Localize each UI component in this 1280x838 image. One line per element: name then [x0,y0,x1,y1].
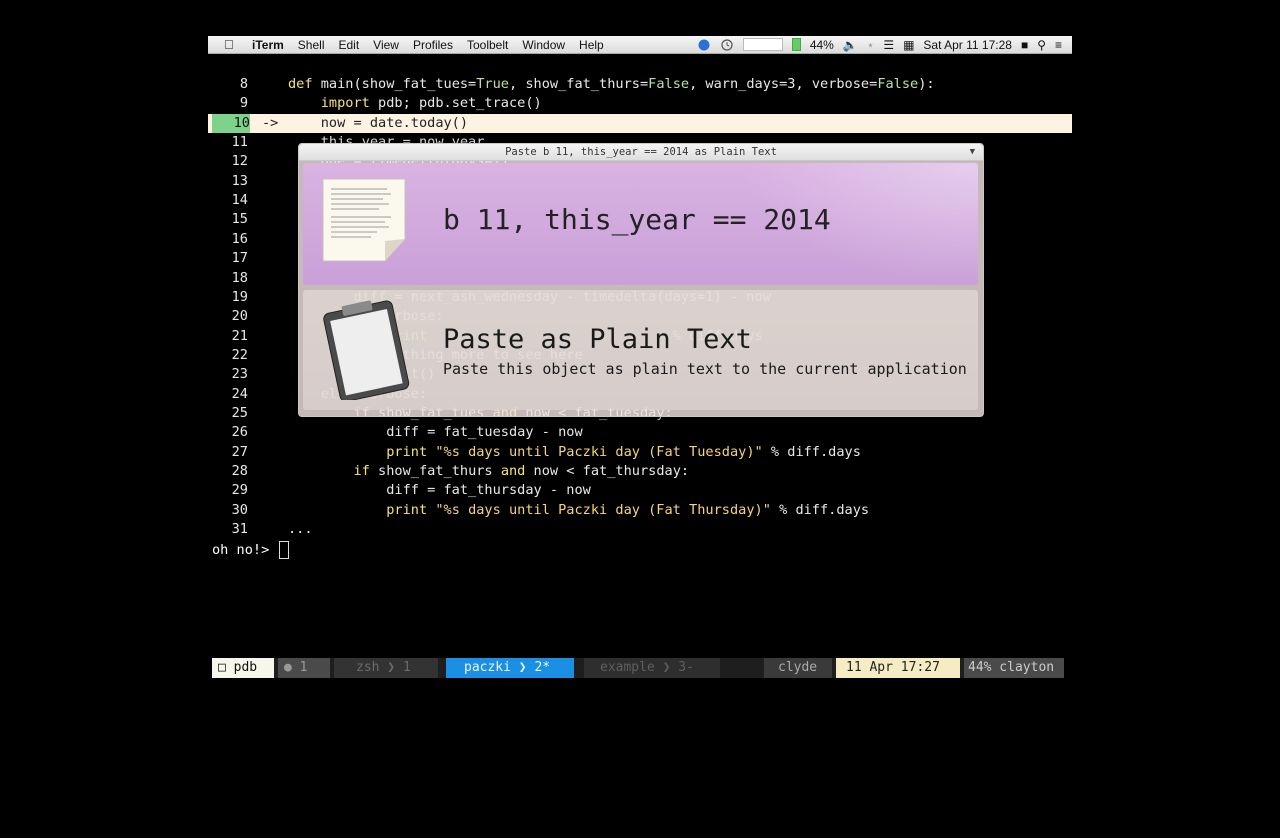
volume-icon[interactable]: 🔈 [843,38,858,52]
line-number: 19 [231,288,248,305]
apple-icon[interactable]:  [224,37,240,52]
overlay-item-text: b 11, this_year == 2014 [443,203,831,236]
line-number: 10 [212,113,250,133]
battery-percent[interactable]: 44% [810,38,834,52]
current-line-marker: -> [262,114,279,131]
line-number: 24 [231,385,248,402]
line-number: 15 [231,211,248,228]
clipboard-icon [323,300,410,400]
menu-toolbelt[interactable]: Toolbelt [467,38,508,52]
line-code: print "%s days until Paczki day (Fat Tue… [386,443,861,460]
code-line: 26 diff = fat_tuesday - now [208,423,1072,442]
wifi-icon[interactable]: ☰ [883,38,894,52]
time-machine-icon[interactable] [720,38,734,51]
overlay-action-row[interactable]: Paste as Plain Text Paste this object as… [303,290,978,410]
line-number: 30 [231,501,248,518]
tmux-window-indicator[interactable]: ● 1 [278,658,330,678]
line-code: diff = fat_tuesday - now [288,424,583,441]
line-code: diff = fat_thursday - now [288,482,591,499]
paste-overlay[interactable]: Paste b 11, this_year == 2014 as Plain T… [298,143,984,417]
tmux-status-bar: □ pdb ● 1 zsh ❯ 1 paczki ❯ 2* example ❯ … [212,658,1064,678]
bluetooth-icon[interactable]: ⋆ [867,38,875,52]
user-icon[interactable]: ■ [1021,38,1028,52]
overlay-item-row[interactable]: b 11, this_year == 2014 [303,163,978,285]
text-document-icon [322,178,406,262]
code-line: 27 print "%s days until Paczki day (Fat … [208,443,1072,462]
tmux-user: clyde [764,658,832,678]
line-number: 12 [231,153,248,170]
line-code: now = date.today() [288,114,469,131]
line-number: 22 [231,346,248,363]
code-line: 30 print "%s days until Paczki day (Fat … [208,501,1072,520]
code-line: 29 diff = fat_thursday - now [208,481,1072,500]
menu-window[interactable]: Window [522,38,565,52]
line-number: 16 [231,230,248,247]
line-code: ... [288,521,313,538]
line-number: 17 [231,250,248,267]
tmux-datetime: 11 Apr 17:27 [836,658,960,678]
menubar-blank-field[interactable] [742,38,783,51]
line-number: 18 [231,269,248,286]
line-number: 8 [239,76,248,92]
prompt-text: oh no!> [212,542,278,558]
tmux-window-example[interactable]: example ❯ 3- [584,658,720,678]
menubar-status-area: 44% 🔈 ⋆ ☰ ▦ Sat Apr 11 17:28 ■ ⚲ ≡ [697,38,1072,52]
menu-profiles[interactable]: Profiles [413,38,453,52]
line-number: 31 [231,521,248,538]
code-line: 31... [208,520,1072,539]
line-number: 29 [231,482,248,499]
pdb-prompt[interactable]: oh no!> [212,541,290,560]
tmux-window-zsh[interactable]: zsh ❯ 1 [334,658,438,678]
line-number: 21 [231,327,248,344]
overlay-action-subtitle: Paste this object as plain text to the c… [443,360,967,378]
notification-list-icon[interactable]: ≡ [1055,38,1062,52]
menu-edit[interactable]: Edit [338,38,359,52]
menubar-clock[interactable]: Sat Apr 11 17:28 [923,38,1012,52]
chevron-down-icon[interactable]: ▼ [970,144,975,160]
line-number: 28 [231,463,248,479]
line-code: if show_fat_thurs and now < fat_thursday… [353,463,690,479]
line-code: print "%s days until Paczki day (Fat Thu… [386,501,870,518]
line-number: 14 [231,192,248,209]
calendar-icon[interactable]: ▦ [903,38,914,52]
line-number: 25 [231,404,248,421]
code-line: 8 def main(show_fat_tues=True, show_fat_t… [208,75,1072,94]
current-code-line: 10 -> now = date.today() [208,113,1072,133]
line-number: 20 [231,308,248,325]
battery-icon[interactable] [791,38,801,51]
line-number: 23 [231,366,248,383]
tmux-session-name[interactable]: □ pdb [212,658,274,678]
menu-view[interactable]: View [373,38,399,52]
overlay-title: Paste b 11, this_year == 2014 as Plain T… [505,146,777,158]
tmux-battery-host: 44% clayton [964,658,1064,678]
tmux-window-paczki-active[interactable]: paczki ❯ 2* [446,658,574,678]
menu-shell[interactable]: Shell [298,38,325,52]
spotlight-search-icon[interactable]: ⚲ [1037,38,1046,52]
menu-app-name[interactable]: iTerm [252,38,284,52]
menubar:  iTerm Shell Edit View Profiles Toolbel… [208,36,1072,54]
line-code: import pdb; pdb.set_trace() [320,95,542,112]
terminal-window[interactable]: 8 def main(show_fat_tues=True, show_fat_t… [208,55,1072,680]
menu-help[interactable]: Help [579,38,604,52]
code-line: 28 if show_fat_thurs and now < fat_thurs… [208,462,1072,481]
line-number: 27 [231,443,248,460]
text-cursor [279,541,290,559]
line-number: 11 [231,134,248,151]
line-number: 26 [231,424,248,441]
overlay-action-title: Paste as Plain Text [443,324,752,355]
globe-icon[interactable] [697,39,711,51]
code-line: 9 import pdb; pdb.set_trace() [208,94,1072,113]
line-number: 13 [231,172,248,189]
overlay-title-bar: Paste b 11, this_year == 2014 as Plain T… [299,144,983,161]
line-number: 9 [239,95,248,112]
line-code: def main(show_fat_tues=True, show_fat_th… [288,76,935,92]
